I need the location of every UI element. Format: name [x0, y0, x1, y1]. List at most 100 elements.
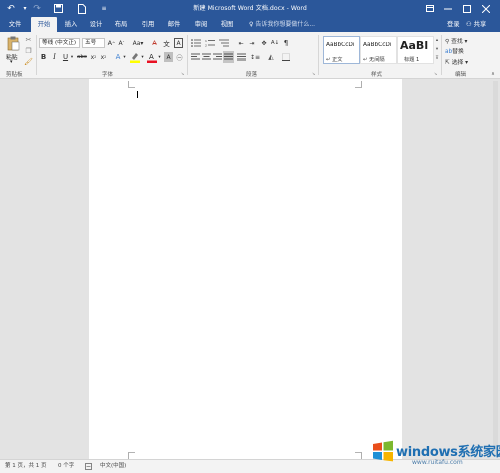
save-icon[interactable] — [51, 0, 65, 17]
style-heading-1[interactable]: AaBl 标题 1 — [397, 36, 434, 64]
share-button[interactable]: ⚇ 共享 — [466, 17, 486, 32]
word-count[interactable]: 0 个字 — [58, 460, 74, 473]
tab-insert[interactable]: 插入 — [60, 17, 82, 32]
document-page[interactable] — [89, 79, 402, 459]
tab-references[interactable]: 引用 — [137, 17, 159, 32]
close-icon[interactable] — [478, 0, 494, 17]
customize-icon[interactable]: ≡ — [97, 0, 111, 17]
divider — [187, 35, 188, 75]
distributed-icon[interactable] — [236, 52, 246, 62]
styles-dialog-launcher-icon[interactable]: ↘ — [433, 71, 438, 76]
paste-dropdown-icon[interactable]: ▾ — [10, 59, 13, 65]
text-highlight-icon[interactable] — [130, 51, 140, 63]
font-name-select[interactable]: 等线 (中文正) — [39, 38, 80, 48]
paragraph-dialog-launcher-icon[interactable]: ↘ — [311, 71, 316, 76]
bold-icon[interactable]: B — [39, 52, 48, 62]
tab-file[interactable]: 文件 — [4, 17, 26, 32]
enclose-characters-icon[interactable]: ㊀ — [175, 52, 184, 62]
margin-mark-bottom-left — [128, 452, 135, 459]
strikethrough-icon[interactable]: abc — [77, 52, 87, 62]
shrink-font-icon[interactable]: Aˇ — [117, 38, 126, 48]
show-marks-icon[interactable]: ¶ — [281, 38, 291, 48]
font-dialog-launcher-icon[interactable]: ↘ — [180, 71, 185, 76]
redo-icon[interactable]: ↷ — [30, 0, 44, 17]
font-color-icon[interactable]: A — [147, 51, 157, 63]
font-size-value: 五号 — [85, 40, 97, 46]
line-spacing-icon[interactable]: ↕≡ — [250, 52, 260, 62]
sort-icon[interactable]: A↓ — [270, 38, 280, 48]
format-painter-icon[interactable]: 🖌 — [24, 57, 33, 66]
page-count[interactable]: 第 1 页，共 1 页 — [5, 460, 47, 473]
superscript-icon[interactable]: x2 — [99, 52, 108, 62]
borders-icon[interactable] — [281, 52, 291, 62]
text-effects-dropdown-icon[interactable]: ▾ — [122, 52, 127, 62]
font-name-value: 等线 (中文正) — [42, 40, 77, 46]
underline-dropdown-icon[interactable]: ▾ — [69, 52, 75, 62]
svg-text:A: A — [149, 53, 154, 61]
vertical-scrollbar[interactable] — [491, 79, 500, 459]
tab-design[interactable]: 设计 — [85, 17, 107, 32]
style-name: ↵ 无间隔 — [363, 57, 385, 63]
highlight-dropdown-icon[interactable]: ▾ — [140, 52, 145, 62]
new-document-icon[interactable] — [75, 0, 89, 17]
divider — [441, 35, 442, 75]
tab-home[interactable]: 开始 — [31, 17, 57, 32]
language-indicator[interactable]: 中文(中国) — [100, 460, 126, 473]
align-left-icon[interactable] — [190, 52, 200, 62]
style-sample: AaBbCcDı — [363, 42, 392, 48]
styles-scroll-up-icon[interactable]: ▴ — [434, 36, 440, 45]
undo-icon[interactable]: ↶ — [4, 0, 18, 17]
justify-icon[interactable] — [223, 51, 234, 63]
windows-logo-icon — [373, 440, 393, 462]
italic-icon[interactable]: I — [50, 52, 59, 62]
minimize-icon[interactable] — [440, 0, 456, 17]
styles-scroll-down-icon[interactable]: ▾ — [434, 45, 440, 54]
style-sample: AaBbCcDı — [326, 42, 355, 48]
ribbon-home: 粘贴 ▾ ✂ ❐ 🖌 剪贴板 等线 (中文正) 五号 A ^ Aˇ Aa▾ A̶ … — [0, 32, 500, 79]
character-shading-icon[interactable]: A — [164, 52, 173, 62]
maximize-icon[interactable] — [459, 0, 475, 17]
bullets-icon[interactable] — [190, 38, 201, 48]
subscript-icon[interactable]: x2 — [89, 52, 98, 62]
share-label: 共享 — [473, 21, 487, 28]
tab-view[interactable]: 视图 — [216, 17, 238, 32]
style-no-spacing[interactable]: AaBbCcDı ↵ 无间隔 — [360, 36, 397, 64]
numbering-icon[interactable]: 12 — [204, 38, 215, 48]
divider — [318, 35, 319, 75]
style-name: ↵ 正文 — [326, 57, 343, 63]
decrease-indent-icon[interactable]: ⇤ — [236, 38, 246, 48]
sign-in-link[interactable]: 登录 — [447, 17, 460, 32]
copy-icon[interactable]: ❐ — [24, 46, 33, 55]
font-size-select[interactable]: 五号 — [82, 38, 105, 48]
tab-layout[interactable]: 布局 — [110, 17, 132, 32]
select-cursor-icon: ⇱ — [445, 60, 450, 66]
style-normal[interactable]: AaBbCcDı ↵ 正文 — [323, 36, 360, 64]
ribbon-display-icon[interactable] — [422, 0, 438, 17]
tell-me-box[interactable]: ♀ 告诉我你想要做什么... — [249, 17, 315, 32]
styles-more-icon[interactable]: ⊽ — [434, 54, 440, 63]
find-button[interactable]: ⚲ 查找 ▾ — [445, 36, 467, 45]
font-color-dropdown-icon[interactable]: ▾ — [157, 52, 162, 62]
align-center-icon[interactable] — [201, 52, 211, 62]
cut-icon[interactable]: ✂ — [24, 35, 33, 44]
collapse-ribbon-icon[interactable]: ∧ — [490, 71, 496, 77]
proofing-icon[interactable] — [85, 460, 92, 473]
grow-font-icon[interactable]: A ^ — [107, 38, 116, 48]
multilevel-list-icon[interactable] — [218, 38, 229, 48]
clear-formatting-icon[interactable]: A̶ — [150, 38, 159, 48]
align-right-icon[interactable] — [212, 52, 222, 62]
text-cursor — [137, 91, 138, 98]
paste-icon[interactable] — [6, 35, 20, 51]
change-case-icon[interactable]: Aa▾ — [132, 38, 144, 48]
phonetic-guide-icon[interactable]: 文 — [162, 38, 171, 48]
tab-review[interactable]: 审阅 — [190, 17, 212, 32]
character-border-icon[interactable]: A — [174, 38, 183, 48]
shading-icon[interactable]: ◭ — [266, 52, 276, 62]
scrollbar-thumb[interactable] — [493, 81, 498, 457]
select-button[interactable]: ⇱ 选择 ▾ — [445, 57, 468, 66]
chinese-layout-icon[interactable]: ✥ — [259, 38, 269, 48]
increase-indent-icon[interactable]: ⇥ — [247, 38, 257, 48]
tab-mailings[interactable]: 邮件 — [163, 17, 185, 32]
group-label-clipboard: 剪贴板 — [6, 72, 23, 78]
replace-button[interactable]: ab替换 — [445, 46, 464, 55]
